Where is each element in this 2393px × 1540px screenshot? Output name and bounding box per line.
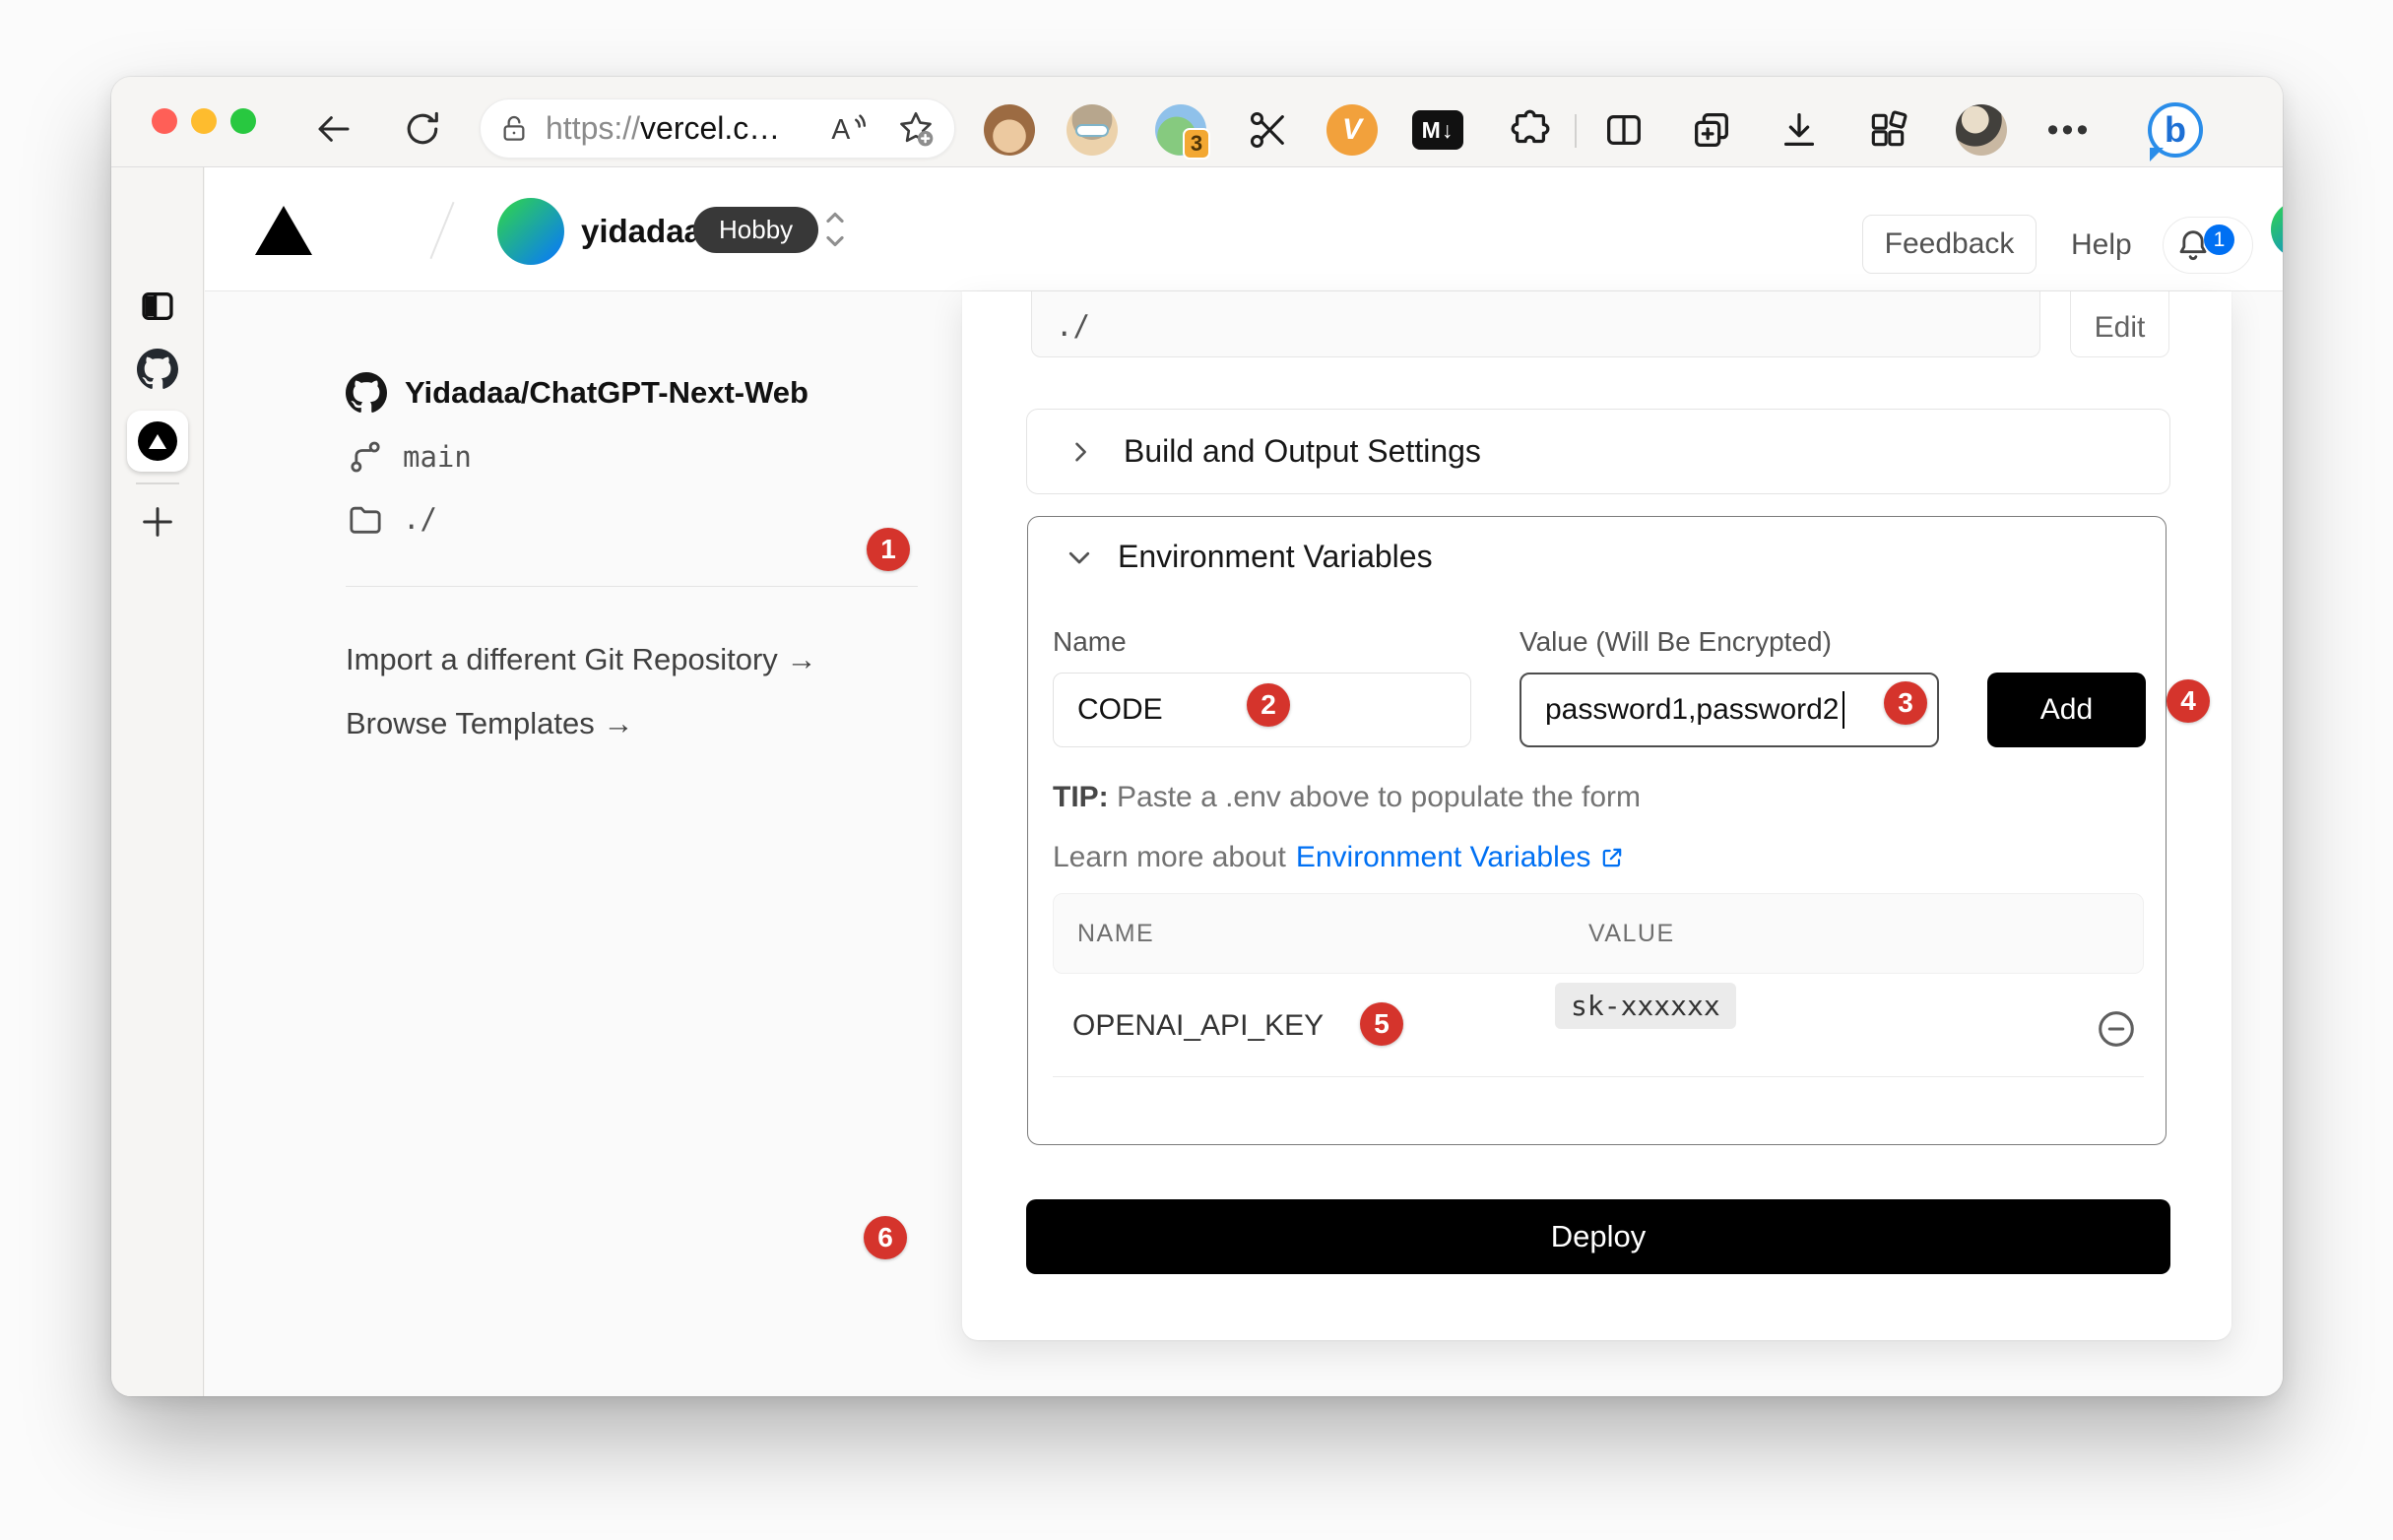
url-text: https://vercel.c… (546, 110, 780, 147)
bing-chat-icon[interactable]: b (2148, 102, 2203, 158)
environment-variables-link[interactable]: Environment Variables (1296, 841, 1627, 874)
split-screen-icon[interactable] (1598, 104, 1649, 156)
vercel-triangle-logo[interactable] (255, 206, 312, 255)
v-extension-icon[interactable]: V (1326, 104, 1378, 156)
browser-toolbar: https://vercel.c… A 3 V M↓ (111, 77, 2283, 167)
add-favorite-icon[interactable] (895, 108, 937, 150)
left-divider (346, 586, 918, 587)
tip-text: TIP: Paste a .env above to populate the … (1053, 781, 1641, 814)
annotation-badge-1: 1 (867, 528, 910, 571)
repo-row: Yidadaa/ChatGPT-Next-Web (346, 372, 808, 414)
profile-avatar[interactable] (1956, 104, 2007, 156)
downloads-icon[interactable] (1774, 104, 1825, 156)
env-row-value: sk-xxxxxx (1555, 983, 1736, 1029)
build-section-title: Build and Output Settings (1124, 433, 1481, 470)
edit-button[interactable]: Edit (2070, 291, 2169, 357)
env-table-header: NAME VALUE (1053, 893, 2144, 974)
vercel-tab-active[interactable] (127, 411, 188, 472)
row-divider (1053, 1076, 2144, 1077)
root-directory-input[interactable]: ./ (1031, 291, 2040, 357)
edge-sidebar (111, 167, 204, 1396)
vercel-header: yidadaa Hobby Feedback Help 1 (205, 167, 2283, 291)
github-icon (346, 372, 387, 414)
text-caret (1843, 691, 1844, 729)
feedback-button[interactable]: Feedback (1862, 215, 2037, 274)
collections-icon[interactable] (1686, 104, 1737, 156)
markdown-extension-icon[interactable]: M↓ (1412, 104, 1463, 156)
annotation-badge-5: 5 (1360, 1002, 1403, 1046)
environment-variables-section: Environment Variables Name Value (Will B… (1027, 516, 2167, 1145)
root-dir: ./ (403, 502, 437, 536)
remove-variable-button[interactable] (2094, 1006, 2139, 1052)
avatar-extension-icon[interactable] (1067, 104, 1118, 156)
translate-extension-icon[interactable]: 3 (1155, 104, 1206, 156)
monkey-extension-icon[interactable] (984, 104, 1035, 156)
extensions-puzzle-icon[interactable] (1505, 104, 1556, 156)
minimize-window-button[interactable] (191, 108, 217, 134)
deploy-button[interactable]: Deploy (1026, 1199, 2170, 1274)
notification-badge: 1 (2204, 225, 2234, 255)
branch-name: main (403, 440, 472, 474)
annotation-badge-4: 4 (2167, 679, 2210, 723)
toolbar-divider (1575, 114, 1577, 148)
external-link-icon (1598, 844, 1626, 871)
root-dir-row: ./ (346, 499, 437, 539)
env-value-input[interactable]: password1,password2 (1520, 673, 1939, 747)
build-output-settings-section[interactable]: Build and Output Settings (1026, 409, 2170, 494)
user-avatar[interactable] (2271, 201, 2283, 258)
team-switcher-icon[interactable] (818, 201, 852, 258)
breadcrumb-slash (429, 202, 454, 259)
read-aloud-icon[interactable]: A (828, 109, 868, 149)
env-section-title: Environment Variables (1118, 539, 1433, 575)
branch-row: main (346, 437, 472, 477)
learn-more-text: Learn more about Environment Variables (1053, 841, 1626, 874)
svg-text:A: A (831, 114, 850, 146)
annotation-badge-6: 6 (864, 1216, 907, 1259)
scissors-extension-icon[interactable] (1242, 104, 1293, 156)
settings-more-icon[interactable]: ••• (2043, 104, 2095, 156)
configure-card: ./ Edit Build and Output Settings Enviro… (962, 291, 2231, 1340)
browse-templates-link[interactable]: Browse Templates → (346, 706, 633, 741)
chevron-right-icon (1067, 438, 1094, 466)
folder-icon (346, 499, 385, 539)
env-row-name: OPENAI_API_KEY (1072, 1009, 1324, 1043)
github-tab-icon[interactable] (111, 349, 204, 390)
team-name[interactable]: yidadaa (581, 213, 702, 250)
new-tab-icon[interactable] (111, 502, 204, 542)
vercel-logo-icon (138, 421, 177, 461)
table-name-header: NAME (1077, 920, 1154, 948)
tab-panel-icon[interactable] (111, 288, 204, 325)
lock-icon (498, 111, 530, 147)
browser-window: https://vercel.c… A 3 V M↓ (111, 77, 2283, 1396)
import-different-repo-link[interactable]: Import a different Git Repository → (346, 642, 816, 677)
extension-badge: 3 (1183, 128, 1210, 160)
name-label: Name (1053, 626, 1127, 658)
close-window-button[interactable] (152, 108, 177, 134)
plan-badge: Hobby (693, 207, 818, 253)
vercel-page: yidadaa Hobby Feedback Help 1 Yidadaa/Ch… (205, 167, 2283, 1396)
repo-name: Yidadaa/ChatGPT-Next-Web (405, 375, 808, 411)
env-section-header[interactable]: Environment Variables (1065, 539, 1433, 575)
git-branch-icon (346, 437, 385, 477)
help-link[interactable]: Help (2071, 228, 2132, 262)
add-button[interactable]: Add (1987, 673, 2146, 747)
apps-grid-icon[interactable] (1862, 104, 1913, 156)
annotation-badge-3: 3 (1884, 681, 1927, 725)
team-avatar[interactable] (497, 198, 564, 265)
address-bar[interactable]: https://vercel.c… A (480, 98, 955, 159)
back-icon[interactable] (313, 108, 355, 150)
annotation-badge-2: 2 (1247, 683, 1290, 727)
screenshot: https://vercel.c… A 3 V M↓ (0, 0, 2393, 1540)
refresh-icon[interactable] (401, 107, 444, 151)
value-label: Value (Will Be Encrypted) (1520, 626, 1832, 658)
zoom-window-button[interactable] (230, 108, 256, 134)
sidebar-divider (136, 482, 179, 484)
table-value-header: VALUE (1588, 920, 1675, 948)
chevron-down-icon (1065, 543, 1094, 572)
